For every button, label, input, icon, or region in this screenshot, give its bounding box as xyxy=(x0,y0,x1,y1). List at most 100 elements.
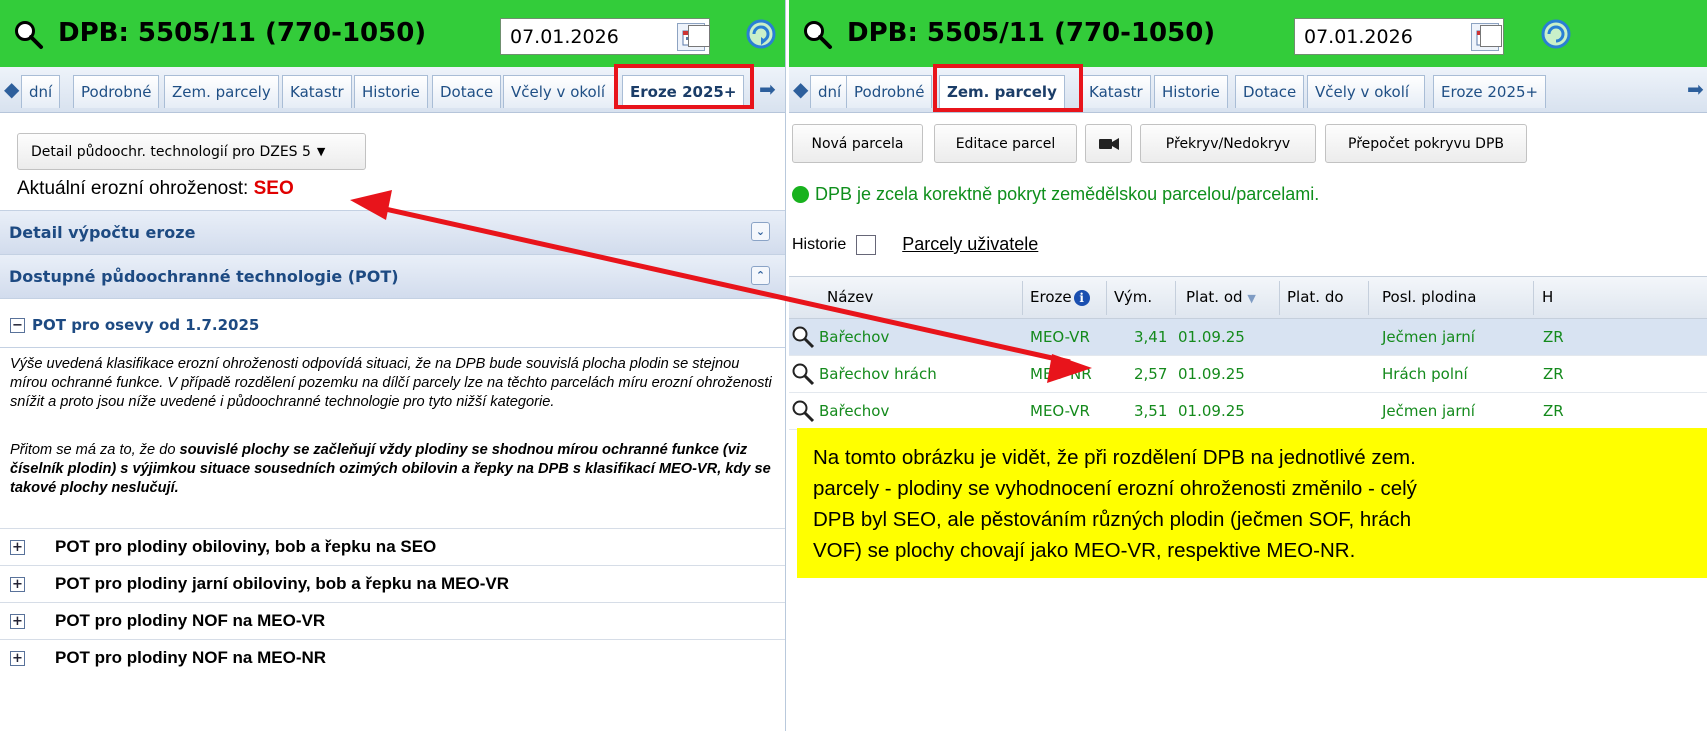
tab-vcely[interactable]: Včely v okolí xyxy=(503,75,616,108)
date-field[interactable]: 07.01.2026 xyxy=(500,18,710,55)
tab-historie[interactable]: Historie xyxy=(354,75,428,108)
erosion-value: SEO xyxy=(253,178,294,199)
pot-row-nof-meo-vr[interactable]: + POT pro plodiny NOF na MEO-VR xyxy=(0,602,785,639)
arrow-left-icon[interactable]: ◆ xyxy=(793,77,808,101)
history-label: Historie xyxy=(792,235,847,253)
col-plat-do[interactable]: Plat. do xyxy=(1287,288,1344,306)
plus-box-icon[interactable]: + xyxy=(10,576,25,592)
cell-plodina: Ječmen jarní xyxy=(1382,328,1475,346)
pot-row-meo-vr-jarni[interactable]: + POT pro plodiny jarní obiloviny, bob a… xyxy=(0,565,785,602)
refresh-icon[interactable] xyxy=(1539,17,1573,51)
cell-h: ZR xyxy=(1543,365,1564,383)
col-h[interactable]: H xyxy=(1542,288,1553,306)
tab-dotace[interactable]: Dotace xyxy=(432,75,502,108)
cell-h: ZR xyxy=(1543,328,1564,346)
date-field[interactable]: 07.01.2026 xyxy=(1294,18,1504,55)
search-icon[interactable] xyxy=(802,19,834,51)
sort-desc-icon[interactable]: ▼ xyxy=(1247,292,1255,305)
date-checkbox[interactable] xyxy=(688,25,710,47)
pot-row-label: POT pro plodiny obiloviny, bob a řepku n… xyxy=(55,537,437,556)
section-detail-vypoctu[interactable]: Detail výpočtu eroze ⌄ xyxy=(0,210,785,255)
title-bar: DPB: 5505/11 (770-1050) 07.01.2026 xyxy=(0,0,785,67)
col-plat-od[interactable]: Plat. od ▼ xyxy=(1186,288,1256,306)
title-bar: DPB: 5505/11 (770-1050) 07.01.2026 xyxy=(789,0,1707,67)
date-value: 07.01.2026 xyxy=(510,25,619,48)
pot-row-label: POT pro plodiny NOF na MEO-NR xyxy=(55,648,327,667)
table-header: Název Eroze i Vým. Plat. od ▼ Plat. do Po… xyxy=(789,276,1707,319)
table-row[interactable]: Bařechov hrách MEO-NR 2,57 01.09.25 Hrác… xyxy=(789,356,1707,393)
new-parcel-button[interactable]: Nová parcela xyxy=(792,124,923,163)
paragraph-classification: Výše uvedená klasifikace erozní ohroženo… xyxy=(10,356,772,410)
pot-row-nof-meo-nr[interactable]: + POT pro plodiny NOF na MEO-NR xyxy=(0,639,785,676)
arrow-right-icon[interactable]: ➡ xyxy=(759,77,776,101)
cell-nazev: Bařechov xyxy=(819,328,890,346)
highlight-zem-parcely-tab xyxy=(933,64,1083,112)
note-line: Na tomto obrázku je vidět, že při rozděl… xyxy=(813,446,1416,469)
col-posl-plodina[interactable]: Posl. plodina xyxy=(1382,288,1476,306)
tab-podrobne[interactable]: Podrobné xyxy=(846,75,933,108)
highlight-eroze-tab xyxy=(614,64,754,109)
tab-eroze[interactable]: Eroze 2025+ xyxy=(1433,75,1547,108)
section-pot[interactable]: Dostupné půdoochranné technologie (POT) … xyxy=(0,254,785,299)
col-eroze-label: Eroze xyxy=(1030,288,1072,306)
plus-box-icon[interactable]: + xyxy=(10,650,25,666)
section-detail-title: Detail výpočtu eroze xyxy=(9,223,196,242)
minus-box-icon[interactable]: − xyxy=(10,317,25,333)
table-row[interactable]: Bařechov MEO-VR 3,41 01.09.25 Ječmen jar… xyxy=(789,319,1707,356)
col-vym[interactable]: Vým. xyxy=(1114,288,1152,306)
plus-box-icon[interactable]: + xyxy=(10,539,25,555)
recalc-button[interactable]: Přepočet pokryvu DPB xyxy=(1325,124,1527,163)
col-nazev[interactable]: Název xyxy=(827,288,873,306)
note-line: DPB byl SEO, ale pěstováním různých plod… xyxy=(813,508,1412,531)
erosion-status: Aktuální erozní ohroženost: SEO xyxy=(17,178,294,200)
tab-katastr[interactable]: Katastr xyxy=(1081,75,1151,108)
expand-icon[interactable]: ⌄ xyxy=(751,222,770,241)
tab-podrobne[interactable]: Podrobné xyxy=(73,75,160,108)
col-separator xyxy=(1533,281,1534,315)
tab-dni[interactable]: dní xyxy=(21,75,61,108)
tab-vcely[interactable]: Včely v okolí xyxy=(1307,75,1425,108)
cell-vym: 2,57 xyxy=(1134,365,1168,383)
arrow-right-icon[interactable]: ➡ xyxy=(1687,77,1704,101)
tab-bar: ◆ dní Podrobné Zem. parcely Katastr Hist… xyxy=(789,67,1707,113)
cell-nazev: Bařechov xyxy=(819,402,890,420)
user-parcels-link[interactable]: Parcely uživatele xyxy=(902,234,1038,255)
left-panel: DPB: 5505/11 (770-1050) 07.01.2026 ◆ dní… xyxy=(0,0,786,731)
note-line: VOF) se plochy chovají jako MEO-VR, resp… xyxy=(813,539,1356,562)
search-icon[interactable] xyxy=(791,362,815,386)
refresh-icon[interactable] xyxy=(744,17,778,51)
page-title: DPB: 5505/11 (770-1050) xyxy=(58,18,427,48)
cell-plodina: Hrách polní xyxy=(1382,365,1468,383)
pot-row-seo[interactable]: + POT pro plodiny obiloviny, bob a řepku… xyxy=(0,528,785,565)
cell-eroze: MEO-VR xyxy=(1030,402,1090,420)
arrow-left-icon[interactable]: ◆ xyxy=(4,77,19,101)
search-icon[interactable] xyxy=(791,325,815,349)
page-title: DPB: 5505/11 (770-1050) xyxy=(847,18,1216,48)
detail-dropdown[interactable]: Detail půdoochr. technologií pro DZES 5 … xyxy=(17,133,366,170)
search-icon[interactable] xyxy=(791,399,815,423)
collapse-icon[interactable]: ⌃ xyxy=(751,266,770,285)
paragraph-note-start: Přitom se má za to, že do xyxy=(10,442,180,458)
tab-historie[interactable]: Historie xyxy=(1154,75,1228,108)
camera-button[interactable] xyxy=(1085,124,1132,163)
plus-box-icon[interactable]: + xyxy=(10,613,25,629)
cell-vym: 3,51 xyxy=(1134,402,1168,420)
paragraph-note: Přitom se má za to, že do souvislé ploch… xyxy=(10,441,780,498)
pot-header[interactable]: − POT pro osevy od 1.7.2025 xyxy=(10,316,259,334)
search-icon[interactable] xyxy=(13,19,45,51)
cell-nazev: Bařechov hrách xyxy=(819,365,937,383)
overlap-button[interactable]: Překryv/Nedokryv xyxy=(1140,124,1316,163)
tab-zem-parcely[interactable]: Zem. parcely xyxy=(164,75,279,108)
col-plat-od-label: Plat. od xyxy=(1186,288,1243,306)
tab-katastr[interactable]: Katastr xyxy=(282,75,352,108)
info-icon[interactable]: i xyxy=(1073,289,1090,306)
table-row[interactable]: Bařechov MEO-VR 3,51 01.09.25 Ječmen jar… xyxy=(789,393,1707,430)
tab-dni[interactable]: dní xyxy=(810,75,850,108)
history-checkbox[interactable] xyxy=(856,234,877,255)
date-checkbox[interactable] xyxy=(1480,25,1502,47)
tab-dotace[interactable]: Dotace xyxy=(1235,75,1305,108)
edit-parcels-button[interactable]: Editace parcel xyxy=(934,124,1077,163)
annotation-note: Na tomto obrázku je vidět, že při rozděl… xyxy=(797,428,1707,578)
col-eroze[interactable]: Eroze i xyxy=(1030,288,1090,306)
dropdown-label: Detail půdoochr. technologií pro DZES 5 xyxy=(31,143,311,160)
